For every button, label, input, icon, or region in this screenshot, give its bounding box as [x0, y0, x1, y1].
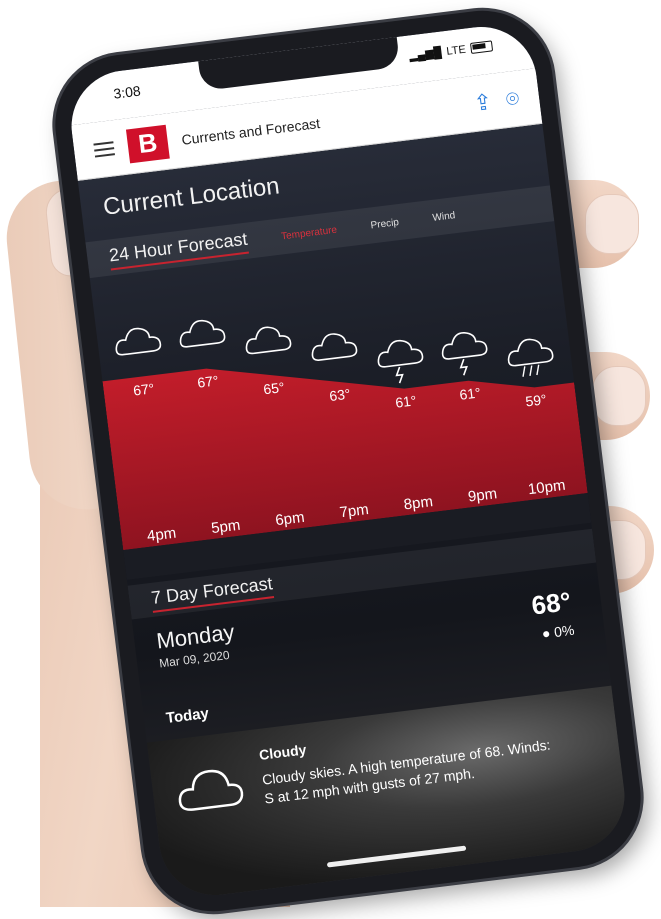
day-precip: ● 0%: [540, 621, 576, 642]
phone-screen: 3:08 ▂▄▆█ LTE B Currents and Forecast ⇪ …: [65, 20, 631, 902]
temperature-chart: 67° 4pm 67° 5pm 65° 6pm 63° 7pm 61° 8pm 61° 9pm 59° 1…: [91, 233, 592, 580]
temperature-label: 63°: [328, 386, 351, 404]
day-temperature: 68°: [529, 586, 573, 621]
hour-label: 9pm: [467, 485, 498, 505]
location-pin-icon[interactable]: ⌾: [504, 85, 520, 112]
status-time: 3:08: [112, 82, 142, 102]
tab-wind[interactable]: Wind: [432, 210, 456, 224]
cloud-icon: [311, 333, 358, 361]
temperature-label: 59°: [525, 391, 548, 409]
section-title-7-day: 7 Day Forecast: [149, 572, 275, 613]
share-icon[interactable]: ⇪: [472, 88, 493, 116]
rain-icon: [507, 338, 554, 377]
cloud-icon: [172, 761, 248, 820]
today-card: Cloudy Cloudy skies. A high temperature …: [146, 685, 631, 902]
network-label: LTE: [445, 43, 467, 58]
today-condition: Cloudy: [258, 741, 308, 763]
location-title: Current Location: [101, 172, 282, 221]
hour-label: 4pm: [146, 525, 177, 545]
temperature-label: 67°: [132, 380, 155, 398]
section-title-24-hour: 24 Hour Forecast: [107, 228, 249, 270]
temperature-chart-svg: 67°4pm67°5pm65°6pm63°7pm61°8pm61°9pm59°1…: [102, 319, 592, 580]
tab-precip[interactable]: Precip: [370, 217, 399, 231]
today-description: Cloudy skies. A high temperature of 68. …: [261, 736, 552, 807]
hour-label: 5pm: [210, 517, 241, 537]
cloud-icon: [179, 319, 226, 348]
today-label: Today: [165, 704, 210, 728]
phone: 3:08 ▂▄▆█ LTE B Currents and Forecast ⇪ …: [47, 2, 649, 919]
temperature-label: 65°: [262, 379, 285, 397]
finger-nail-1: [585, 194, 639, 254]
cloud-icon: [115, 327, 162, 356]
hamburger-menu-icon[interactable]: [93, 140, 115, 158]
signal-icon: ▂▄▆█: [408, 46, 443, 63]
hour-label: 6pm: [274, 509, 305, 529]
thunderstorm-icon: [441, 332, 488, 376]
temperature-label: 61°: [394, 392, 417, 410]
finger-nail-2: [592, 366, 646, 426]
status-indicators: ▂▄▆█ LTE: [408, 39, 494, 63]
battery-icon: [469, 40, 494, 54]
cloud-icon: [245, 326, 292, 355]
thunderstorm-icon: [377, 339, 424, 384]
hour-label: 8pm: [403, 493, 434, 513]
hour-label: 7pm: [339, 501, 370, 521]
temperature-label: 61°: [459, 384, 482, 402]
tab-temperature[interactable]: Temperature: [281, 224, 338, 242]
app-logo: B: [125, 124, 170, 163]
temperature-label: 67°: [196, 372, 219, 390]
